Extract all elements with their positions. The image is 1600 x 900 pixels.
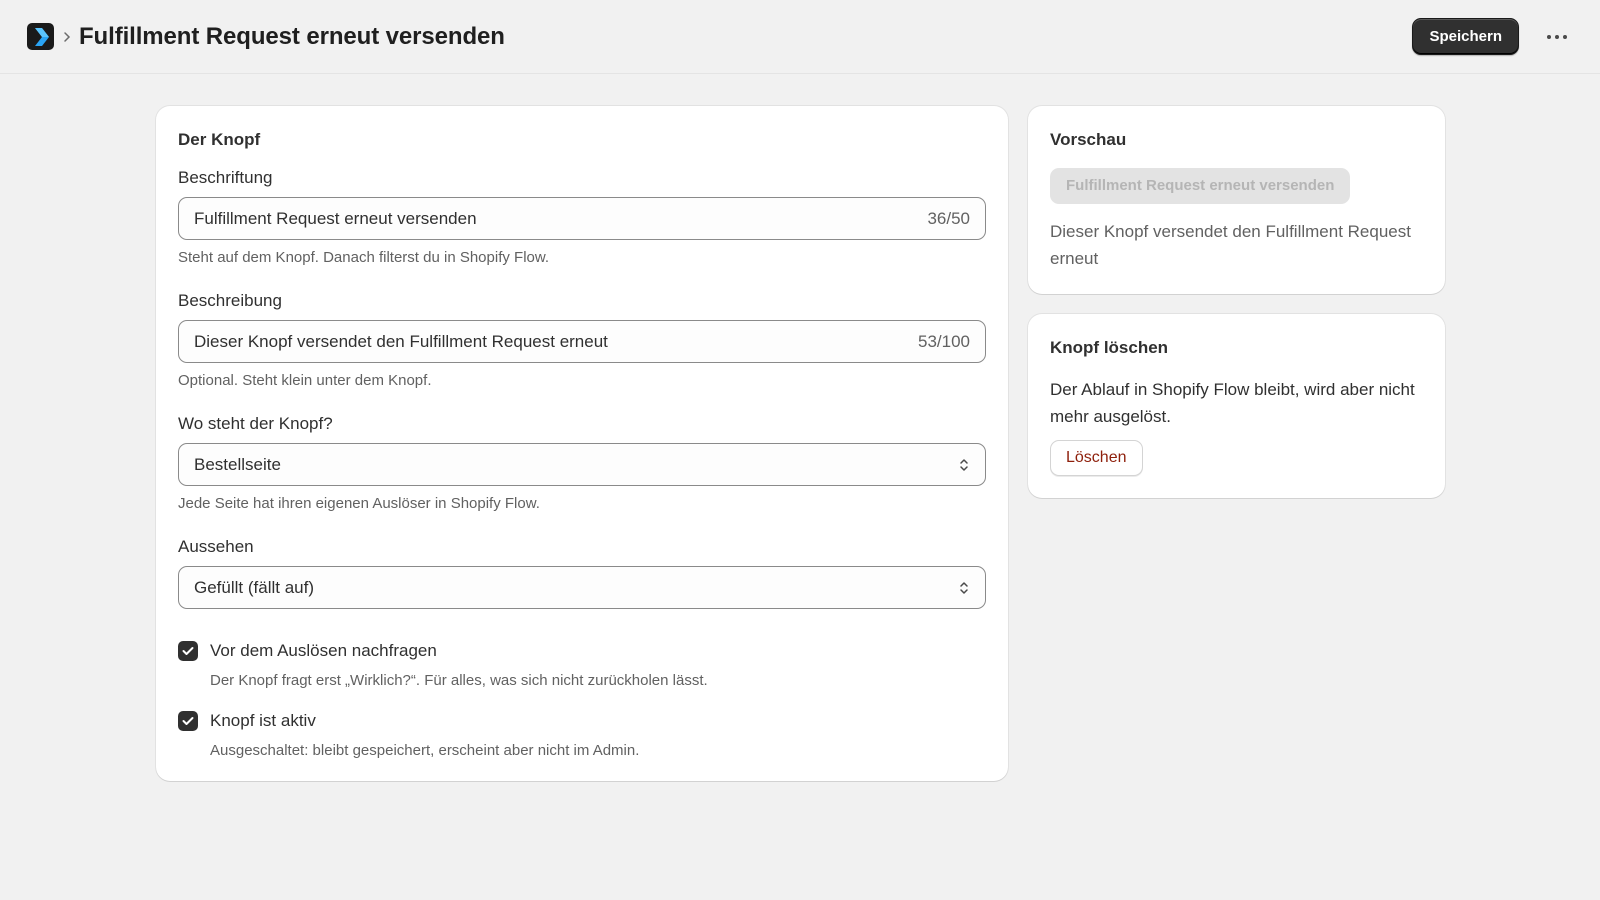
active-checkbox-label[interactable]: Knopf ist aktiv xyxy=(210,711,639,731)
checkmark-icon xyxy=(182,647,194,655)
confirm-checkbox-help: Der Knopf fragt erst „Wirklich?“. Für al… xyxy=(210,672,708,689)
app-logo-icon[interactable] xyxy=(27,23,54,50)
label-input[interactable] xyxy=(194,208,918,229)
save-button[interactable]: Speichern xyxy=(1412,18,1519,55)
active-checkbox-row[interactable]: Knopf ist aktiv Ausgeschaltet: bleibt ge… xyxy=(178,711,986,759)
description-field: Beschreibung 53/100 Optional. Steht klei… xyxy=(178,291,986,389)
button-settings-card: Der Knopf Beschriftung 36/50 Steht auf d… xyxy=(156,106,1008,781)
delete-button[interactable]: Löschen xyxy=(1050,440,1143,476)
confirm-checkbox-row[interactable]: Vor dem Auslösen nachfragen Der Knopf fr… xyxy=(178,641,986,689)
top-bar: Fulfillment Request erneut versenden Spe… xyxy=(0,0,1600,74)
appearance-field: Aussehen Gefüllt (fällt auf) xyxy=(178,537,986,609)
confirm-checkbox-block: Vor dem Auslösen nachfragen Der Knopf fr… xyxy=(178,641,986,689)
confirm-checkbox-text: Vor dem Auslösen nachfragen Der Knopf fr… xyxy=(210,641,708,689)
location-field: Wo steht der Knopf? Bestellseite Jede Se… xyxy=(178,414,986,512)
active-checkbox-help: Ausgeschaltet: bleibt gespeichert, ersch… xyxy=(210,742,640,759)
more-actions-button[interactable] xyxy=(1541,21,1573,53)
label-input-wrapper: 36/50 xyxy=(178,197,986,240)
chevron-right-icon xyxy=(63,31,71,43)
preview-card-title: Vorschau xyxy=(1050,130,1127,149)
location-help-text: Jede Seite hat ihren eigenen Auslöser in… xyxy=(178,495,540,512)
description-field-label: Beschreibung xyxy=(178,291,282,310)
active-checkbox-block: Knopf ist aktiv Ausgeschaltet: bleibt ge… xyxy=(178,711,986,759)
description-input-wrapper: 53/100 xyxy=(178,320,986,363)
preview-button: Fulfillment Request erneut versenden xyxy=(1050,168,1351,204)
label-help-text: Steht auf dem Knopf. Danach filterst du … xyxy=(178,249,550,266)
delete-card-text: Der Ablauf in Shopify Flow bleibt, wird … xyxy=(1050,380,1415,426)
app-logo-chevron-icon xyxy=(34,27,49,46)
preview-description: Dieser Knopf versendet den Fulfillment R… xyxy=(1050,222,1411,268)
delete-card: Knopf löschen Der Ablauf in Shopify Flow… xyxy=(1028,314,1445,498)
active-checkbox-text: Knopf ist aktiv Ausgeschaltet: bleibt ge… xyxy=(210,711,639,759)
location-select[interactable]: Bestellseite xyxy=(178,443,986,486)
more-horizontal-icon xyxy=(1547,34,1567,39)
location-select-value: Bestellseite xyxy=(194,454,281,474)
active-checkbox[interactable] xyxy=(178,711,198,731)
page-title: Fulfillment Request erneut versenden xyxy=(79,22,505,50)
description-input[interactable] xyxy=(194,331,908,352)
appearance-select[interactable]: Gefüllt (fällt auf) xyxy=(178,566,986,609)
appearance-field-label: Aussehen xyxy=(178,537,254,556)
select-chevrons-icon xyxy=(960,458,968,471)
confirm-checkbox[interactable] xyxy=(178,641,198,661)
card-title: Der Knopf xyxy=(178,130,261,149)
label-char-counter: 36/50 xyxy=(927,208,970,228)
appearance-select-value: Gefüllt (fällt auf) xyxy=(194,577,314,597)
confirm-checkbox-label[interactable]: Vor dem Auslösen nachfragen xyxy=(210,641,708,661)
page-content: Der Knopf Beschriftung 36/50 Steht auf d… xyxy=(0,74,1600,781)
preview-card: Vorschau Fulfillment Request erneut vers… xyxy=(1028,106,1445,294)
label-field-label: Beschriftung xyxy=(178,168,273,187)
checkmark-icon xyxy=(182,717,194,725)
select-chevrons-icon xyxy=(960,581,968,594)
delete-card-title: Knopf löschen xyxy=(1050,338,1169,357)
sidebar: Vorschau Fulfillment Request erneut vers… xyxy=(1028,106,1445,781)
location-field-label: Wo steht der Knopf? xyxy=(178,414,333,433)
description-help-text: Optional. Steht klein unter dem Knopf. xyxy=(178,372,432,389)
label-field: Beschriftung 36/50 Steht auf dem Knopf. … xyxy=(178,168,986,266)
description-char-counter: 53/100 xyxy=(918,331,970,351)
